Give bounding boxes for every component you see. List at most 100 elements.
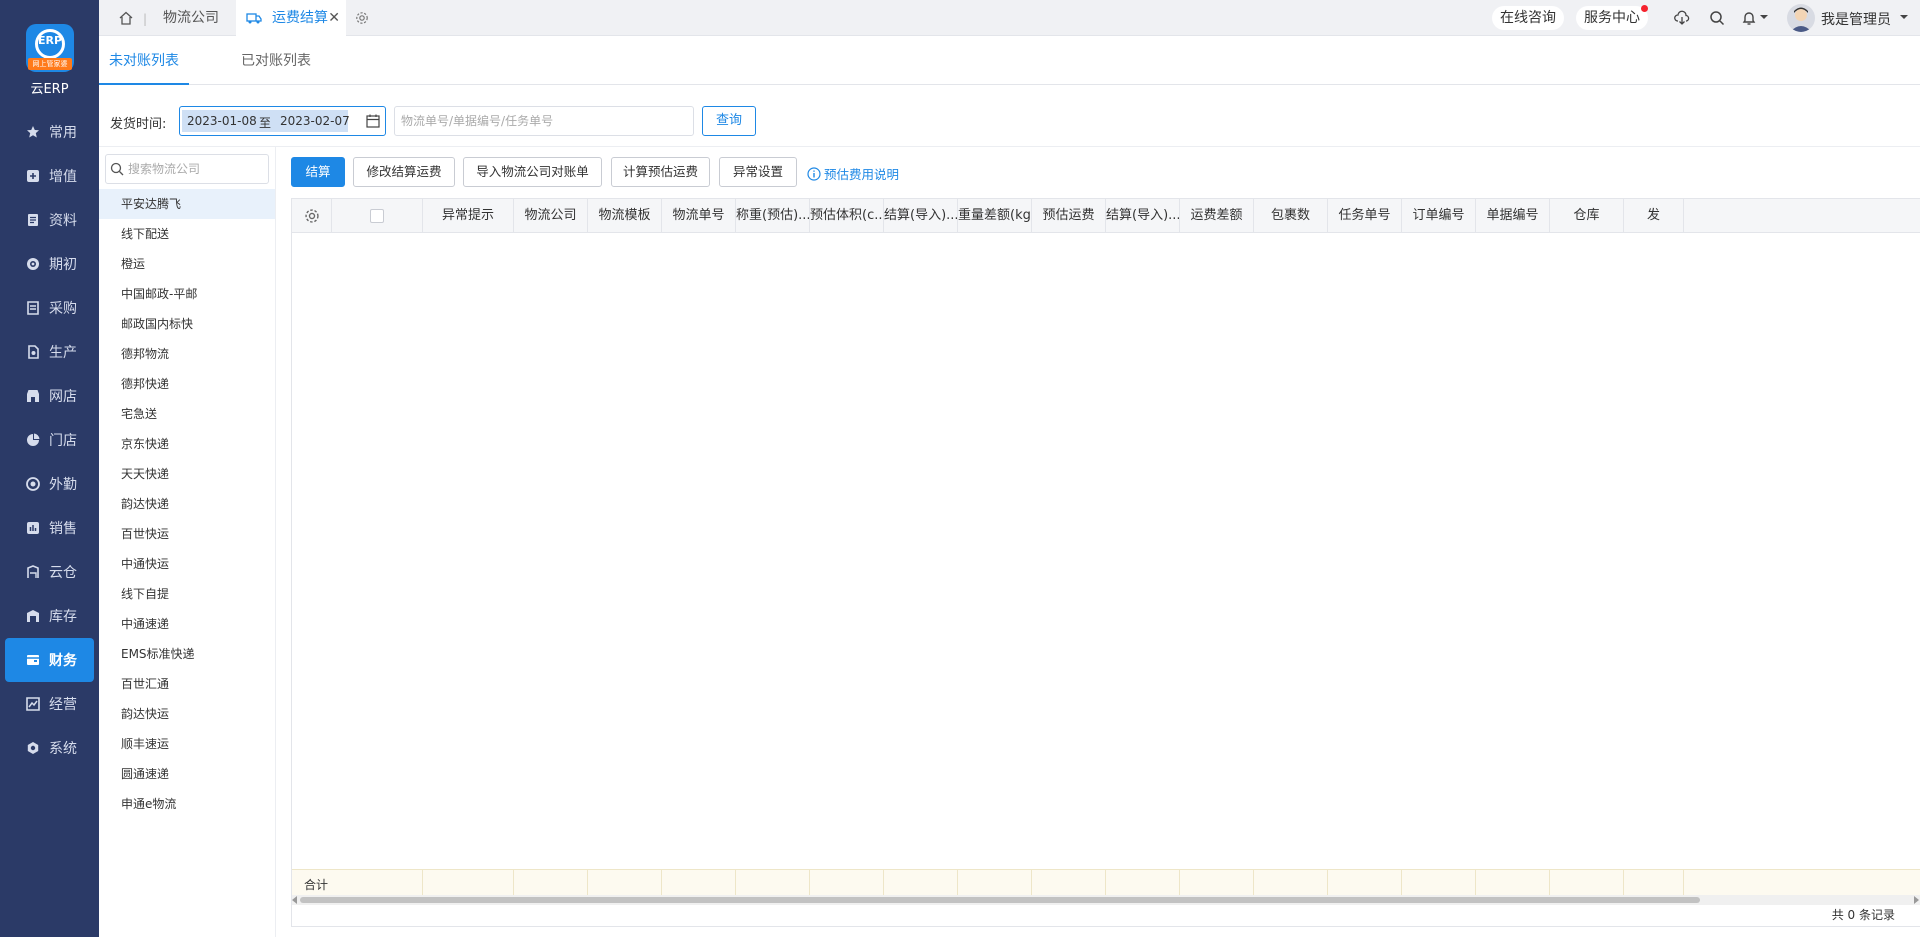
- column-header[interactable]: 物流公司: [514, 199, 588, 233]
- date-range-picker[interactable]: 2023-01-08 至 2023-02-07: [179, 106, 386, 136]
- gear-icon[interactable]: [355, 11, 369, 25]
- sidebar-item-2[interactable]: 资料: [0, 198, 99, 242]
- total-cell: [1106, 870, 1180, 896]
- company-item[interactable]: 中国邮政-平邮: [99, 279, 275, 309]
- sidebar-item-label: 期初: [49, 257, 77, 273]
- column-header[interactable]: 运费差额: [1180, 199, 1254, 233]
- search-icon[interactable]: [1709, 10, 1725, 26]
- close-icon[interactable]: ✕: [328, 0, 340, 36]
- column-header[interactable]: 仓库: [1550, 199, 1624, 233]
- company-item[interactable]: 百世汇通: [99, 669, 275, 699]
- bell-icon[interactable]: [1741, 10, 1757, 26]
- company-item[interactable]: 韵达快递: [99, 489, 275, 519]
- column-header[interactable]: 任务单号: [1328, 199, 1402, 233]
- modify-freight-button[interactable]: 修改结算运费: [353, 157, 455, 187]
- select-all-checkbox[interactable]: [370, 208, 384, 223]
- column-header[interactable]: 结算(导入)...: [1106, 199, 1180, 233]
- scroll-right-arrow[interactable]: [1914, 896, 1919, 904]
- company-item[interactable]: 邮政国内标快: [99, 309, 275, 339]
- column-header[interactable]: 重量差额(kg): [958, 199, 1032, 233]
- avatar[interactable]: [1787, 4, 1815, 32]
- company-item[interactable]: 顺丰速运: [99, 729, 275, 759]
- select-all[interactable]: [332, 199, 423, 233]
- company-item[interactable]: 线下配送: [99, 219, 275, 249]
- sidebar-item-3[interactable]: 期初: [0, 242, 99, 286]
- sidebar-item-12[interactable]: 财务: [5, 638, 94, 682]
- column-header[interactable]: 包裹数: [1254, 199, 1328, 233]
- caret-down-icon[interactable]: [1759, 12, 1769, 22]
- user-name[interactable]: 我是管理员: [1821, 9, 1891, 29]
- sidebar-item-14[interactable]: 系统: [0, 726, 99, 770]
- search-icon: [110, 162, 124, 176]
- settle-button[interactable]: 结算: [291, 157, 345, 187]
- column-settings[interactable]: [292, 199, 332, 233]
- app-logo[interactable]: ERP 网上管家婆: [26, 24, 74, 76]
- search-input[interactable]: [394, 106, 694, 136]
- column-header[interactable]: 称重(预估)...: [736, 199, 810, 233]
- sidebar-item-8[interactable]: 外勤: [0, 462, 99, 506]
- table-header: 异常提示 物流公司 物流模板 物流单号 称重(预估)... 预估体积(c... 结算(导入)…: [292, 199, 1920, 233]
- sidebar-item-label: 门店: [49, 433, 77, 449]
- import-bill-button[interactable]: 导入物流公司对账单: [463, 157, 602, 187]
- column-header[interactable]: 预估运费: [1032, 199, 1106, 233]
- company-item[interactable]: 中通快运: [99, 549, 275, 579]
- column-header[interactable]: 单据编号: [1476, 199, 1550, 233]
- active-tab-indicator: [99, 83, 189, 85]
- tab-reconciled-list[interactable]: 已对账列表: [241, 50, 311, 70]
- sidebar-item-10[interactable]: 云仓: [0, 550, 99, 594]
- company-item[interactable]: 橙运: [99, 249, 275, 279]
- help-link-label: 预估费用说明: [824, 167, 900, 182]
- column-header[interactable]: 异常提示: [423, 199, 514, 233]
- company-item[interactable]: 中通速递: [99, 609, 275, 639]
- tab-logistics-company[interactable]: 物流公司: [151, 0, 231, 36]
- calc-freight-button[interactable]: 计算预估运费: [611, 157, 710, 187]
- company-item[interactable]: 平安达腾飞: [99, 189, 275, 219]
- date-end[interactable]: 2023-02-07: [280, 114, 350, 128]
- company-search[interactable]: [105, 154, 269, 184]
- home-icon[interactable]: [119, 11, 133, 25]
- company-item[interactable]: 德邦物流: [99, 339, 275, 369]
- company-item[interactable]: 京东快递: [99, 429, 275, 459]
- scroll-left-arrow[interactable]: [292, 896, 297, 904]
- date-start[interactable]: 2023-01-08: [187, 114, 257, 128]
- sidebar-item-9[interactable]: 销售: [0, 506, 99, 550]
- column-header[interactable]: 发: [1624, 199, 1684, 233]
- gear-icon[interactable]: [304, 208, 320, 224]
- sidebar-item-13[interactable]: 经营: [0, 682, 99, 726]
- column-header[interactable]: 物流模板: [588, 199, 662, 233]
- sidebar-item-11[interactable]: 库存: [0, 594, 99, 638]
- company-item[interactable]: 百世快运: [99, 519, 275, 549]
- sidebar-item-7[interactable]: 门店: [0, 418, 99, 462]
- column-header[interactable]: 物流单号: [662, 199, 736, 233]
- sidebar-item-6[interactable]: 网店: [0, 374, 99, 418]
- user-caret-down-icon[interactable]: [1899, 12, 1909, 22]
- company-item[interactable]: 线下自提: [99, 579, 275, 609]
- sidebar-item-4[interactable]: 采购: [0, 286, 99, 330]
- horizontal-scrollbar[interactable]: [292, 895, 1920, 905]
- column-header[interactable]: 结算(导入)...: [884, 199, 958, 233]
- online-consult-button[interactable]: 在线咨询: [1492, 6, 1564, 30]
- company-item[interactable]: 申通e物流: [99, 789, 275, 819]
- service-center-button[interactable]: 服务中心: [1576, 6, 1648, 30]
- sidebar-item-1[interactable]: 增值: [0, 154, 99, 198]
- column-header[interactable]: 预估体积(c...: [810, 199, 884, 233]
- cloud-download-icon[interactable]: [1674, 10, 1690, 26]
- total-cell: [514, 870, 588, 896]
- tab-unreconciled-list[interactable]: 未对账列表: [109, 50, 179, 70]
- sidebar-item-0[interactable]: 常用: [0, 110, 99, 154]
- company-item[interactable]: 天天快递: [99, 459, 275, 489]
- abnormal-settings-button[interactable]: 异常设置: [719, 157, 797, 187]
- company-item[interactable]: 德邦快递: [99, 369, 275, 399]
- column-header[interactable]: 订单编号: [1402, 199, 1476, 233]
- company-item[interactable]: 韵达快运: [99, 699, 275, 729]
- query-button[interactable]: 查询: [702, 106, 756, 136]
- estimate-help-link[interactable]: 预估费用说明: [807, 164, 899, 183]
- sidebar-item-5[interactable]: 生产: [0, 330, 99, 374]
- tab-freight-settlement[interactable]: 运费结算 ✕: [236, 0, 346, 36]
- company-search-input[interactable]: [128, 159, 264, 179]
- company-item[interactable]: 宅急送: [99, 399, 275, 429]
- calendar-icon[interactable]: [366, 114, 380, 128]
- company-item[interactable]: 圆通速递: [99, 759, 275, 789]
- scrollbar-thumb[interactable]: [300, 897, 1700, 903]
- company-item[interactable]: EMS标准快递: [99, 639, 275, 669]
